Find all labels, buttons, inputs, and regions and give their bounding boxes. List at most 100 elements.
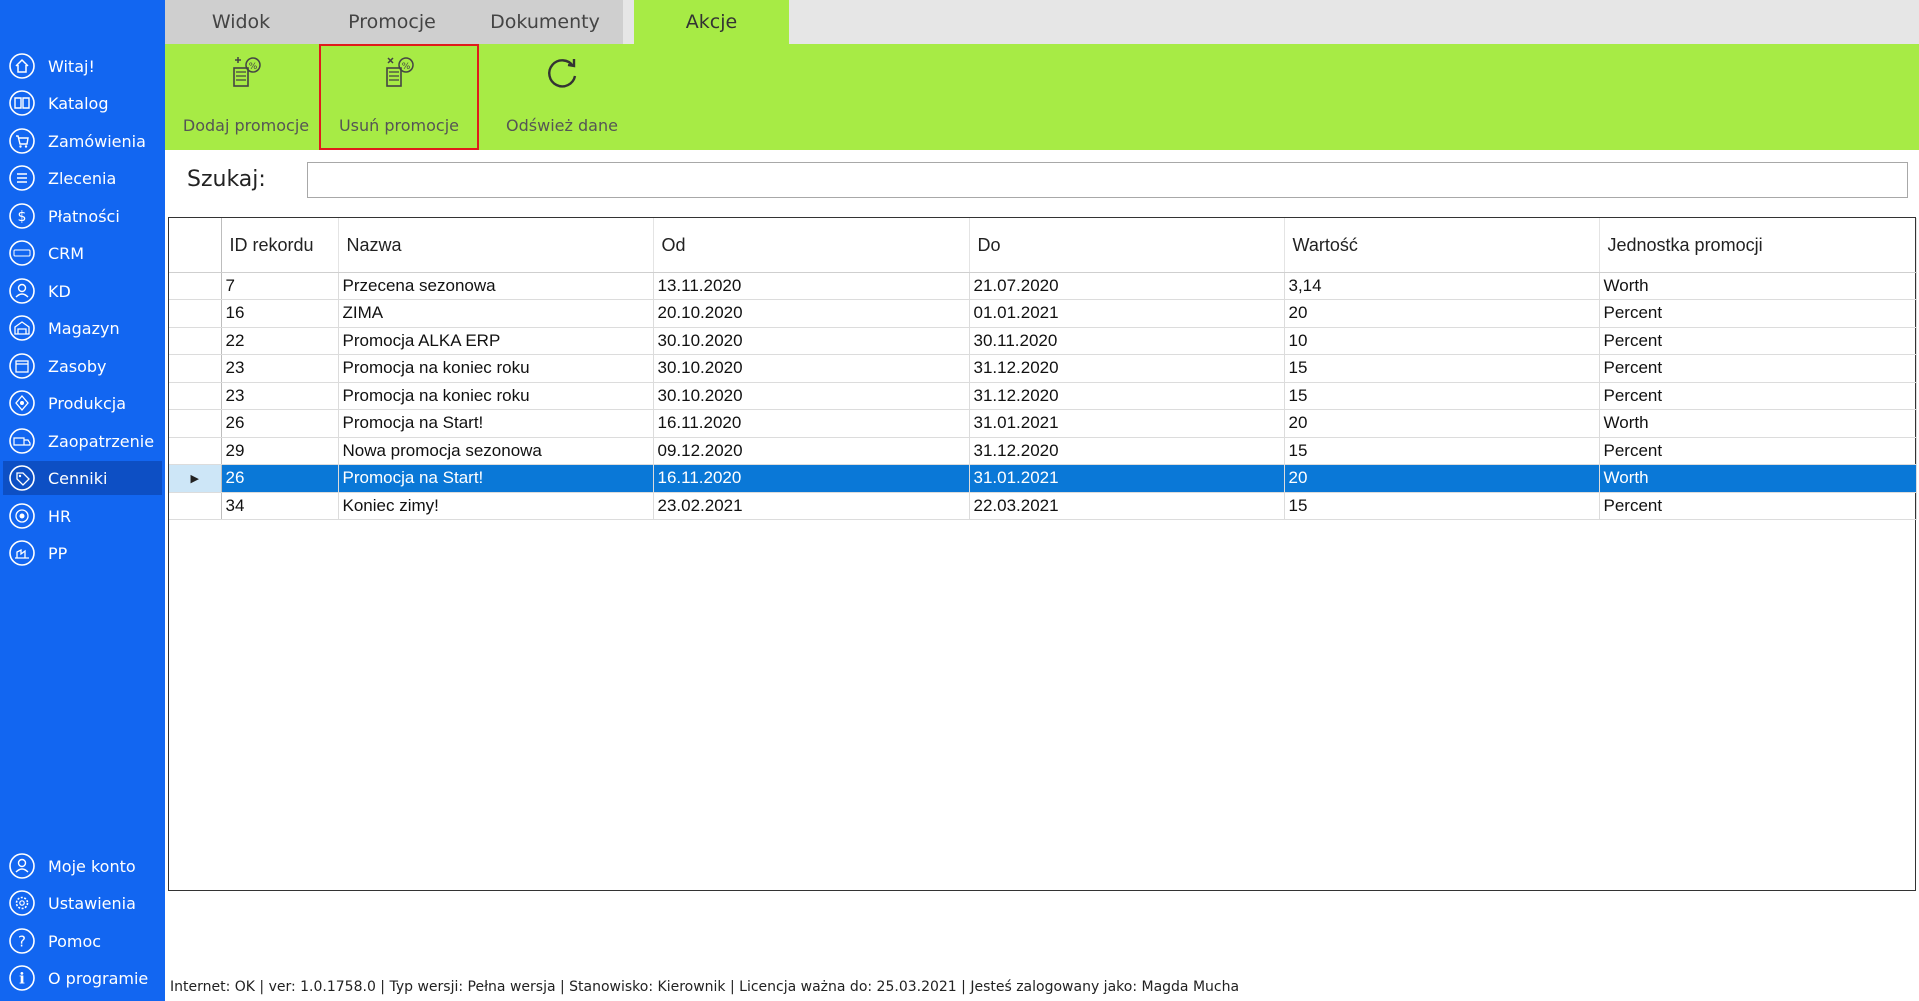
sidebar-item-o-programie[interactable]: i O programie	[3, 961, 162, 995]
table-cell[interactable]: 34	[221, 492, 339, 520]
table-cell[interactable]: Promocja na Start!	[338, 409, 654, 438]
table-cell[interactable]: Percent	[1599, 382, 1917, 410]
table-cell[interactable]: 31.12.2020	[969, 382, 1285, 410]
table-cell[interactable]: 22	[221, 327, 339, 355]
table-cell[interactable]: 20	[1284, 464, 1600, 493]
table-cell[interactable]: 13.11.2020	[653, 272, 970, 300]
column-header-do[interactable]: Do	[969, 218, 1285, 273]
table-row[interactable]: 26 Promocja na Start! 16.11.2020 31.01.2021…	[169, 409, 1917, 438]
table-cell[interactable]: 31.01.2021	[969, 464, 1285, 493]
table-cell[interactable]: 20	[1284, 409, 1600, 438]
sidebar-item-cenniki[interactable]: Cenniki	[3, 461, 162, 495]
table-cell[interactable]: 15	[1284, 492, 1600, 520]
table-cell[interactable]: 30.10.2020	[653, 382, 970, 410]
table-cell[interactable]: 30.11.2020	[969, 327, 1285, 355]
table-cell[interactable]: 23	[221, 382, 339, 410]
tab-promocje[interactable]: Promocje	[317, 0, 467, 44]
table-cell[interactable]: 26	[221, 464, 339, 493]
table-cell[interactable]: 01.01.2021	[969, 299, 1285, 328]
search-input[interactable]	[307, 162, 1908, 198]
table-cell[interactable]: Promocja na koniec roku	[338, 382, 654, 410]
row-header[interactable]	[169, 272, 222, 300]
sidebar-item-witaj[interactable]: Witaj!	[3, 49, 162, 83]
sidebar-item-moje-konto[interactable]: Moje konto	[3, 849, 162, 883]
add-promotion-button[interactable]: % Dodaj promocje	[171, 44, 321, 150]
row-header[interactable]	[169, 437, 222, 465]
table-cell[interactable]: 10	[1284, 327, 1600, 355]
table-cell[interactable]: 20.10.2020	[653, 299, 970, 328]
table-row[interactable]: ▶ 26 Promocja na Start! 16.11.2020 31.01.202…	[169, 464, 1917, 493]
row-header[interactable]	[169, 354, 222, 383]
refresh-button[interactable]: Odśwież dane	[487, 44, 637, 150]
table-cell[interactable]: Worth	[1599, 464, 1917, 493]
table-cell[interactable]: 23	[221, 354, 339, 383]
sidebar-item-pomoc[interactable]: ? Pomoc	[3, 924, 162, 958]
table-cell[interactable]: 3,14	[1284, 272, 1600, 300]
sidebar-item-katalog[interactable]: Katalog	[3, 86, 162, 120]
row-header[interactable]	[169, 382, 222, 410]
sidebar-item-platnosci[interactable]: $ Płatności	[3, 199, 162, 233]
table-cell[interactable]: 29	[221, 437, 339, 465]
table-cell[interactable]: Promocja ALKA ERP	[338, 327, 654, 355]
table-cell[interactable]: Worth	[1599, 272, 1917, 300]
column-header-od[interactable]: Od	[653, 218, 970, 273]
table-row[interactable]: 23 Promocja na koniec roku 30.10.2020 31.12…	[169, 354, 1917, 383]
tab-widok[interactable]: Widok	[165, 0, 317, 44]
table-cell[interactable]: Percent	[1599, 437, 1917, 465]
sidebar-item-zaopatrzenie[interactable]: Zaopatrzenie	[3, 424, 162, 458]
row-header[interactable]	[169, 492, 222, 520]
table-cell[interactable]: 7	[221, 272, 339, 300]
table-cell[interactable]: 30.10.2020	[653, 327, 970, 355]
table-cell[interactable]: 15	[1284, 437, 1600, 465]
table-row[interactable]: 23 Promocja na koniec roku 30.10.2020 31.12…	[169, 382, 1917, 410]
sidebar-item-kd[interactable]: KD	[3, 274, 162, 308]
sidebar-item-pp[interactable]: PP	[3, 536, 162, 570]
row-header[interactable]	[169, 409, 222, 438]
row-header[interactable]: ▶	[169, 464, 222, 493]
table-cell[interactable]: Percent	[1599, 492, 1917, 520]
table-row[interactable]: 29 Nowa promocja sezonowa 09.12.2020 31.12.…	[169, 437, 1917, 465]
table-cell[interactable]: Percent	[1599, 299, 1917, 328]
tab-dokumenty[interactable]: Dokumenty	[467, 0, 623, 44]
row-header[interactable]	[169, 299, 222, 328]
table-cell[interactable]: 23.02.2021	[653, 492, 970, 520]
table-cell[interactable]: 31.01.2021	[969, 409, 1285, 438]
table-cell[interactable]: Promocja na koniec roku	[338, 354, 654, 383]
table-row[interactable]: 34 Koniec zimy! 23.02.2021 22.03.2021 15 Perc…	[169, 492, 1917, 520]
table-cell[interactable]: Promocja na Start!	[338, 464, 654, 493]
table-cell[interactable]: Percent	[1599, 327, 1917, 355]
sidebar-item-zasoby[interactable]: Zasoby	[3, 349, 162, 383]
table-cell[interactable]: 09.12.2020	[653, 437, 970, 465]
sidebar-item-produkcja[interactable]: Produkcja	[3, 386, 162, 420]
table-cell[interactable]: 16.11.2020	[653, 409, 970, 438]
sidebar-item-zlecenia[interactable]: Zlecenia	[3, 161, 162, 195]
table-row[interactable]: 16 ZIMA 20.10.2020 01.01.2021 20 Percent	[169, 299, 1917, 328]
table-cell[interactable]: Percent	[1599, 354, 1917, 383]
table-row[interactable]: 22 Promocja ALKA ERP 30.10.2020 30.11.2020 1…	[169, 327, 1917, 355]
sidebar-item-crm[interactable]: CRM	[3, 236, 162, 270]
row-header[interactable]	[169, 327, 222, 355]
table-cell[interactable]: Nowa promocja sezonowa	[338, 437, 654, 465]
table-cell[interactable]: 15	[1284, 382, 1600, 410]
table-cell[interactable]: Worth	[1599, 409, 1917, 438]
table-cell[interactable]: 16	[221, 299, 339, 328]
table-cell[interactable]: 26	[221, 409, 339, 438]
sidebar-item-zamowienia[interactable]: Zamówienia	[3, 124, 162, 158]
sidebar-item-ustawienia[interactable]: Ustawienia	[3, 886, 162, 920]
table-cell[interactable]: 21.07.2020	[969, 272, 1285, 300]
sidebar-item-magazyn[interactable]: Magazyn	[3, 311, 162, 345]
table-cell[interactable]: 22.03.2021	[969, 492, 1285, 520]
remove-promotion-button[interactable]: % Usuń promocje	[319, 44, 479, 150]
column-header-jednostka[interactable]: Jednostka promocji	[1599, 218, 1917, 273]
table-row[interactable]: 7 Przecena sezonowa 13.11.2020 21.07.2020 3,…	[169, 272, 1917, 300]
table-cell[interactable]: ZIMA	[338, 299, 654, 328]
table-cell[interactable]: 31.12.2020	[969, 437, 1285, 465]
table-cell[interactable]: 30.10.2020	[653, 354, 970, 383]
column-header-nazwa[interactable]: Nazwa	[338, 218, 654, 273]
table-cell[interactable]: Przecena sezonowa	[338, 272, 654, 300]
column-header-id[interactable]: ID rekordu	[221, 218, 339, 273]
sidebar-item-hr[interactable]: HR	[3, 499, 162, 533]
table-cell[interactable]: 16.11.2020	[653, 464, 970, 493]
table-cell[interactable]: Koniec zimy!	[338, 492, 654, 520]
table-cell[interactable]: 20	[1284, 299, 1600, 328]
